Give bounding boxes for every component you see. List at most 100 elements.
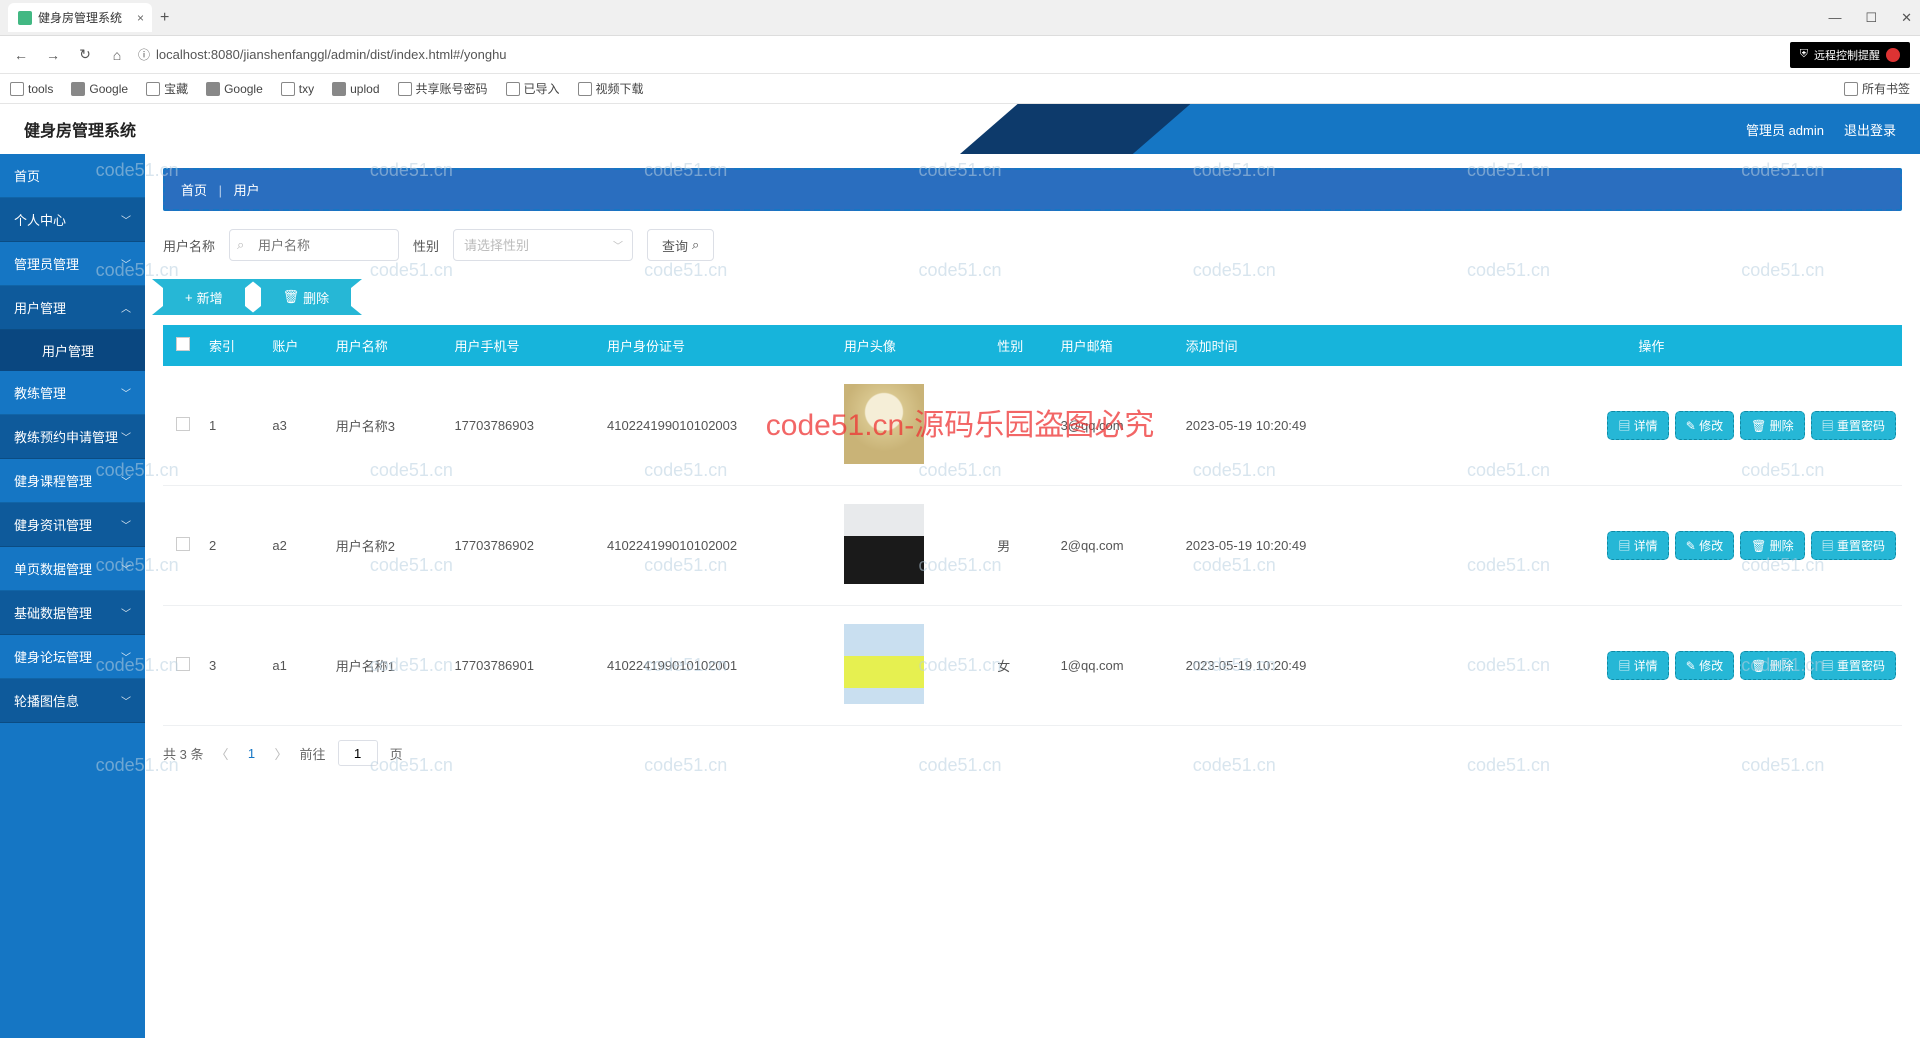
- url-text: localhost:8080/jianshenfanggl/admin/dist…: [156, 47, 507, 62]
- bookmark-item[interactable]: tools: [10, 82, 53, 96]
- forward-icon[interactable]: →: [42, 47, 64, 63]
- sidebar-item-course[interactable]: 健身课程管理﹀: [0, 459, 145, 503]
- chevron-down-icon: ﹀: [121, 473, 131, 488]
- checkbox-all[interactable]: [176, 337, 190, 351]
- browser-tab[interactable]: 健身房管理系统 ×: [8, 3, 152, 32]
- tab-favicon: [18, 11, 32, 25]
- sidebar-item-home[interactable]: 首页: [0, 154, 145, 198]
- shield-icon: ⛨: [1800, 48, 1808, 61]
- row-delete-button[interactable]: 🗑 删除: [1740, 531, 1805, 560]
- detail-button[interactable]: ▤ 详情: [1607, 531, 1668, 560]
- remote-control-badge[interactable]: ⛨ 远程控制提醒: [1790, 42, 1910, 68]
- chevron-down-icon: ﹀: [121, 649, 131, 664]
- sidebar-item-user[interactable]: 用户管理︿: [0, 286, 145, 330]
- sidebar-item-page[interactable]: 单页数据管理﹀: [0, 547, 145, 591]
- row-checkbox[interactable]: [176, 537, 190, 551]
- sidebar-item-forum[interactable]: 健身论坛管理﹀: [0, 635, 145, 679]
- cell-index: 3: [203, 606, 266, 726]
- site-icon: [71, 82, 85, 96]
- cell-idcard: 410224199010102003: [601, 366, 838, 486]
- bookmarks-bar: tools Google 宝藏 Google txy uplod 共享账号密码 …: [0, 74, 1920, 104]
- row-delete-button[interactable]: 🗑 删除: [1740, 411, 1805, 440]
- col-checkbox[interactable]: [163, 325, 203, 366]
- cell-account: a2: [266, 486, 329, 606]
- col-email: 用户邮箱: [1055, 325, 1180, 366]
- chevron-down-icon: ﹀: [121, 517, 131, 532]
- cell-index: 2: [203, 486, 266, 606]
- reset-password-button[interactable]: ▤ 重置密码: [1811, 411, 1896, 440]
- username-input[interactable]: [229, 229, 399, 261]
- sidebar-item-coach[interactable]: 教练管理﹀: [0, 371, 145, 415]
- notification-dot: [1886, 48, 1900, 62]
- close-window-icon[interactable]: ✕: [1901, 10, 1912, 26]
- url-box[interactable]: ⓘ localhost:8080/jianshenfanggl/admin/di…: [138, 46, 1780, 63]
- bookmark-item[interactable]: txy: [281, 82, 314, 96]
- cell-avatar: [838, 366, 991, 486]
- minimize-icon[interactable]: —: [1828, 10, 1841, 26]
- reset-password-button[interactable]: ▤ 重置密码: [1811, 651, 1896, 680]
- home-icon[interactable]: ⌂: [106, 47, 128, 63]
- new-tab-button[interactable]: +: [160, 9, 169, 27]
- sidebar-item-personal[interactable]: 个人中心﹀: [0, 198, 145, 242]
- folder-icon: [281, 82, 295, 96]
- sidebar-item-carousel[interactable]: 轮播图信息﹀: [0, 679, 145, 723]
- back-icon[interactable]: ←: [10, 47, 32, 63]
- chevron-down-icon: ﹀: [121, 605, 131, 620]
- detail-button[interactable]: ▤ 详情: [1607, 411, 1668, 440]
- sidebar-subitem-user[interactable]: 用户管理: [0, 330, 145, 371]
- delete-button[interactable]: 🗑 删除: [261, 279, 352, 315]
- folder-icon: [146, 82, 160, 96]
- chevron-down-icon: ﹀: [121, 429, 131, 444]
- edit-button[interactable]: ✎ 修改: [1675, 651, 1734, 680]
- cell-username: 用户名称2: [330, 486, 449, 606]
- next-page-icon[interactable]: 〉: [275, 744, 288, 763]
- bookmark-item[interactable]: Google: [206, 82, 263, 96]
- edit-button[interactable]: ✎ 修改: [1675, 411, 1734, 440]
- cell-email: 2@qq.com: [1055, 486, 1180, 606]
- filter-bar: 用户名称 ⌕ 性别 请选择性别 ﹀ 查询 ⌕: [163, 229, 1902, 261]
- all-bookmarks[interactable]: 所有书签: [1844, 80, 1910, 97]
- bookmark-item[interactable]: 视频下载: [578, 80, 644, 97]
- cell-gender: [991, 366, 1054, 486]
- row-checkbox[interactable]: [176, 417, 190, 431]
- cell-phone: 17703786902: [448, 486, 601, 606]
- close-icon[interactable]: ×: [137, 11, 144, 25]
- bookmark-item[interactable]: Google: [71, 82, 128, 96]
- table-row: 1a3用户名称3177037869034102241990101020033@q…: [163, 366, 1902, 486]
- logout-link[interactable]: 退出登录: [1844, 120, 1896, 139]
- col-avatar: 用户头像: [838, 325, 991, 366]
- cell-phone: 17703786901: [448, 606, 601, 726]
- sidebar-item-admin[interactable]: 管理员管理﹀: [0, 242, 145, 286]
- admin-label[interactable]: 管理员 admin: [1746, 120, 1824, 139]
- info-icon: ⓘ: [138, 46, 150, 63]
- row-checkbox[interactable]: [176, 657, 190, 671]
- bookmark-item[interactable]: 已导入: [506, 80, 560, 97]
- breadcrumb: 首页 | 用户: [163, 168, 1902, 211]
- sidebar-item-news[interactable]: 健身资讯管理﹀: [0, 503, 145, 547]
- goto-page-input[interactable]: [338, 740, 378, 766]
- bookmark-item[interactable]: 宝藏: [146, 80, 188, 97]
- detail-button[interactable]: ▤ 详情: [1607, 651, 1668, 680]
- bookmark-item[interactable]: 共享账号密码: [398, 80, 488, 97]
- folder-icon: [398, 82, 412, 96]
- breadcrumb-home[interactable]: 首页: [181, 183, 207, 198]
- chevron-down-icon: ﹀: [121, 385, 131, 400]
- reload-icon[interactable]: ↻: [74, 46, 96, 63]
- edit-button[interactable]: ✎ 修改: [1675, 531, 1734, 560]
- folder-icon: [506, 82, 520, 96]
- cell-index: 1: [203, 366, 266, 486]
- row-delete-button[interactable]: 🗑 删除: [1740, 651, 1805, 680]
- table-row: 3a1用户名称117703786901410224199010102001女1@…: [163, 606, 1902, 726]
- maximize-icon[interactable]: ☐: [1865, 10, 1877, 26]
- add-button[interactable]: + 新增: [163, 279, 245, 315]
- gender-select[interactable]: 请选择性别: [453, 229, 633, 261]
- sidebar-item-booking[interactable]: 教练预约申请管理﹀: [0, 415, 145, 459]
- filter-label-gender: 性别: [413, 236, 439, 255]
- page-number[interactable]: 1: [241, 746, 263, 761]
- reset-password-button[interactable]: ▤ 重置密码: [1811, 531, 1896, 560]
- app-header: 健身房管理系统 管理员 admin 退出登录: [0, 104, 1920, 154]
- search-button[interactable]: 查询 ⌕: [647, 229, 714, 261]
- sidebar-item-basedata[interactable]: 基础数据管理﹀: [0, 591, 145, 635]
- bookmark-item[interactable]: uplod: [332, 82, 379, 96]
- prev-page-icon[interactable]: 〈: [216, 744, 229, 763]
